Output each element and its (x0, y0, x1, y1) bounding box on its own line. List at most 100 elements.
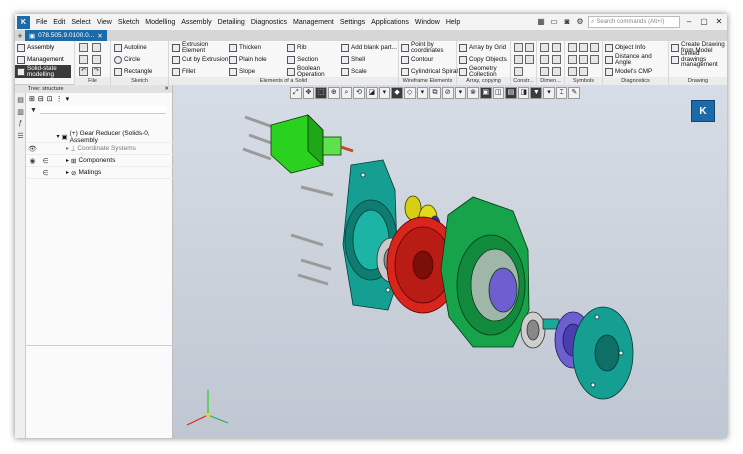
dimension-icon-3[interactable] (540, 55, 549, 64)
visibility-eye-icon[interactable]: 👁 (26, 145, 39, 153)
undo-icon[interactable]: ↶ (79, 67, 88, 76)
plain-hole-button[interactable]: Plain hole (229, 54, 267, 65)
dimension-icon-5[interactable] (540, 67, 549, 76)
menu-help[interactable]: Help (443, 19, 463, 26)
menu-management[interactable]: Management (290, 19, 337, 26)
point-by-coordinates-button[interactable]: Point by coordinates (401, 41, 453, 53)
maximize-button[interactable]: ▢ (698, 16, 710, 28)
expand-icon[interactable]: ▸ (66, 169, 69, 176)
tree-structure-icon[interactable]: ⊟ (38, 95, 44, 103)
mode-management[interactable]: Management (15, 54, 71, 65)
grid-icon[interactable]: ▦ (536, 17, 546, 27)
symbol-icon-6[interactable] (590, 55, 599, 64)
copy-objects-button[interactable]: Copy Objects (459, 54, 507, 65)
constraint-icon-3[interactable] (514, 55, 523, 64)
menu-select[interactable]: Select (68, 19, 93, 26)
list-menu-icon[interactable]: ☰ (16, 132, 25, 141)
boolean-operation-button[interactable]: Boolean Operation (287, 65, 337, 77)
include-icon[interactable]: ∈ (39, 169, 52, 177)
open-folder-icon[interactable] (92, 43, 101, 52)
menu-edit[interactable]: Edit (50, 19, 68, 26)
rectangle-button[interactable]: Rectangle (114, 66, 152, 77)
cut-extrusion-button[interactable]: Cut by Extrusion (172, 54, 228, 65)
dimension-icon-4[interactable] (552, 55, 561, 64)
menu-sketch[interactable]: Sketch (115, 19, 142, 26)
menu-assembly[interactable]: Assembly (178, 19, 214, 26)
include-icon[interactable]: ∈ (39, 157, 52, 165)
section-button[interactable]: Section (287, 54, 318, 65)
constraint-icon-4[interactable] (525, 55, 534, 64)
distance-angle-button[interactable]: Distance and Angle (605, 53, 655, 65)
tree-row-gear-reducer[interactable]: ▾ ▣ (+) Gear Reducer (Solids-0, Assembly (26, 130, 173, 144)
tree-row-matings[interactable]: ∈ ▸ ⊘ Matings (26, 167, 173, 179)
new-document-icon[interactable]: + (15, 31, 25, 41)
menu-detailing[interactable]: Detailing (215, 19, 248, 26)
minimize-button[interactable]: – (683, 16, 695, 28)
tree-dropdown-icon[interactable]: ▾ (66, 95, 70, 103)
linked-drawings-button[interactable]: Linked drawings management (671, 50, 725, 68)
variables-icon[interactable]: ƒ (16, 120, 25, 129)
command-search-input[interactable]: ⌕ Search commands (Alt+/) (588, 16, 680, 28)
mode-assembly[interactable]: Assembly (15, 42, 71, 53)
document-tab[interactable]: ▣ 078.505.9.0100.0... ✕ (25, 30, 107, 41)
window-icon[interactable]: ▭ (549, 17, 559, 27)
symbol-icon-1[interactable] (568, 43, 577, 52)
scale-button[interactable]: Scale (341, 66, 367, 77)
tree-row-coordinate-systems[interactable]: 👁 ▸ ⟂ Coordinate Systems (26, 143, 173, 155)
models-cmp-button[interactable]: Model's CMP (605, 66, 652, 77)
expand-icon[interactable]: ▸ (66, 145, 69, 152)
tree-row-components[interactable]: ◉ ∈ ▸ ⊞ Components (26, 155, 173, 167)
dimension-icon-1[interactable] (540, 43, 549, 52)
constraint-icon-5[interactable] (514, 67, 523, 76)
symbol-icon-2[interactable] (579, 43, 588, 52)
settings-gear-icon[interactable]: ⚙ (575, 17, 585, 27)
print-icon[interactable] (92, 55, 101, 64)
funnel-icon[interactable]: ▼ (30, 107, 37, 114)
tree-filter-input[interactable] (39, 106, 166, 114)
menu-diagnostics[interactable]: Diagnostics (248, 19, 290, 26)
array-by-grid-button[interactable]: Array by Grid (459, 42, 506, 53)
tree-mode-icon[interactable]: ⊞ (29, 95, 35, 103)
fillet-button[interactable]: Fillet (172, 66, 195, 77)
menu-modelling[interactable]: Modelling (142, 19, 178, 26)
symbol-icon-3[interactable] (590, 43, 599, 52)
extrusion-element-button[interactable]: Extrusion Element (172, 41, 222, 53)
properties-icon[interactable]: ▥ (16, 108, 25, 117)
cylindrical-spiral-button[interactable]: Cylindrical Spiral (401, 66, 458, 77)
redo-icon[interactable]: ↷ (92, 67, 101, 76)
autoline-button[interactable]: Autoline (114, 42, 147, 53)
symbol-icon-5[interactable] (579, 55, 588, 64)
menu-applications[interactable]: Applications (368, 19, 412, 26)
menu-view[interactable]: View (94, 19, 115, 26)
symbol-icon-4[interactable] (568, 55, 577, 64)
visibility-eye-icon[interactable]: ◉ (26, 157, 39, 165)
panel-close-icon[interactable]: ✕ (164, 86, 169, 92)
new-file-icon[interactable] (79, 43, 88, 52)
tree-view-icon[interactable]: ▤ (16, 96, 25, 105)
close-tab-icon[interactable]: ✕ (97, 32, 102, 40)
symbol-icon-8[interactable] (579, 67, 588, 76)
tree-options-icon[interactable]: ⋮ (56, 95, 63, 103)
menu-settings[interactable]: Settings (337, 19, 368, 26)
slope-button[interactable]: Slope (229, 66, 255, 77)
mode-solid-modelling[interactable]: Solid-state modelling (15, 65, 71, 78)
constraint-icon-1[interactable] (514, 43, 523, 52)
close-button[interactable]: ✕ (713, 16, 725, 28)
tree-filter-icon[interactable]: ⊡ (47, 95, 53, 103)
dimension-icon-6[interactable] (552, 67, 561, 76)
shell-button[interactable]: Shell (341, 54, 365, 65)
dimension-icon-2[interactable] (552, 43, 561, 52)
rib-button[interactable]: Rib (287, 42, 306, 53)
circle-button[interactable]: Circle (114, 54, 140, 65)
save-icon[interactable] (79, 55, 88, 64)
expand-icon[interactable]: ▸ (66, 157, 69, 164)
add-blank-part-button[interactable]: Add blank part... (341, 42, 397, 53)
menu-window[interactable]: Window (412, 19, 443, 26)
gear-reducer-model[interactable] (173, 85, 727, 438)
menu-file[interactable]: File (33, 19, 50, 26)
thicken-button[interactable]: Thicken (229, 42, 261, 53)
symbol-icon-7[interactable] (568, 67, 577, 76)
object-info-button[interactable]: Object Info (605, 42, 645, 53)
collapse-icon[interactable]: ▾ (57, 133, 60, 140)
contour-button[interactable]: Contour (401, 54, 433, 65)
